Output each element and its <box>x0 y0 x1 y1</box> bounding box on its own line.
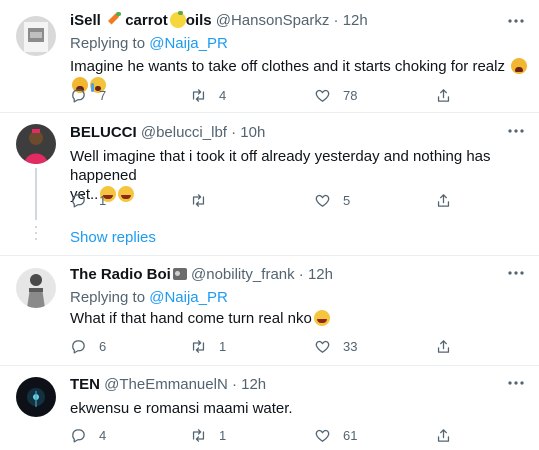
timestamp[interactable]: 12h <box>241 376 266 393</box>
replying-to: Replying to @Naija_PR <box>70 289 228 306</box>
retweet-count: 1 <box>219 338 227 354</box>
more-icon <box>508 271 524 275</box>
more-icon <box>508 129 524 133</box>
laughing-face-emoji-icon <box>313 310 330 326</box>
retweet-icon <box>192 339 205 353</box>
avatar[interactable] <box>16 16 56 56</box>
like-icon <box>315 194 330 207</box>
like-button[interactable]: 78 <box>314 85 357 105</box>
like-count: 33 <box>343 338 358 354</box>
reply-icon <box>72 339 85 354</box>
tweet-header: TEN @TheEmmanuelN · 12h <box>70 376 266 394</box>
tweet-actions: 4 1 61 <box>70 425 510 445</box>
reply-count: 7 <box>99 87 107 103</box>
reply-icon <box>72 88 85 103</box>
share-icon <box>437 428 450 442</box>
tweet-actions: 1 5 <box>70 190 510 210</box>
weary-face-emoji-icon <box>511 58 528 74</box>
retweet-button[interactable]: 4 <box>190 85 226 105</box>
reply-button[interactable]: 7 <box>70 85 106 105</box>
display-name[interactable]: iSell carrot oils <box>70 11 212 29</box>
retweet-button[interactable]: 1 <box>190 336 226 356</box>
tweet-text: What if that hand come turn real nko <box>70 309 530 328</box>
like-count: 61 <box>343 427 358 443</box>
tweet-actions: 6 1 33 <box>70 336 510 356</box>
reply-icon <box>72 193 85 208</box>
tweet-divider <box>0 112 539 113</box>
replying-to: Replying to @Naija_PR <box>70 35 228 52</box>
like-count: 5 <box>343 192 351 208</box>
share-icon <box>437 193 450 207</box>
retweet-button[interactable] <box>190 190 219 210</box>
like-button[interactable]: 5 <box>314 190 350 210</box>
tweet-divider <box>0 365 539 366</box>
avatar[interactable] <box>16 377 56 417</box>
more-icon <box>508 19 524 23</box>
user-handle[interactable]: @belucci_lbf <box>141 124 227 141</box>
separator-dot: · <box>333 12 339 29</box>
retweet-icon <box>192 428 205 442</box>
display-name[interactable]: The Radio Boi <box>70 266 187 283</box>
timestamp[interactable]: 10h <box>240 124 265 141</box>
reply-button[interactable]: 1 <box>70 190 106 210</box>
share-button[interactable] <box>435 425 452 445</box>
lemon-emoji-icon <box>169 11 186 28</box>
reply-icon <box>72 428 85 443</box>
separator-dot: · <box>231 124 237 141</box>
tweet-header: iSell carrot oils @HansonSparkz · 12h <box>70 11 368 30</box>
thread-line <box>35 168 37 220</box>
like-icon <box>315 429 330 442</box>
separator-dot: · <box>298 266 304 283</box>
mention-link[interactable]: @Naija_PR <box>149 35 228 52</box>
avatar[interactable] <box>16 268 56 308</box>
like-icon <box>315 89 330 102</box>
like-count: 78 <box>343 87 358 103</box>
show-replies-link[interactable]: Show replies <box>70 229 156 247</box>
reply-count: 1 <box>99 192 107 208</box>
radio-emoji-icon <box>172 268 187 280</box>
share-button[interactable] <box>435 336 452 356</box>
like-icon <box>315 340 330 353</box>
separator-dot: · <box>231 376 237 393</box>
more-button[interactable] <box>506 121 526 141</box>
reply-button[interactable]: 4 <box>70 425 106 445</box>
more-button[interactable] <box>506 373 526 393</box>
share-button[interactable] <box>435 190 452 210</box>
user-handle[interactable]: @HansonSparkz <box>216 12 330 29</box>
retweet-count: 4 <box>219 87 227 103</box>
share-button[interactable] <box>435 85 452 105</box>
reply-count: 4 <box>99 427 107 443</box>
timestamp[interactable]: 12h <box>308 266 333 283</box>
reply-count: 6 <box>99 338 107 354</box>
like-button[interactable]: 61 <box>314 425 357 445</box>
mention-link[interactable]: @Naija_PR <box>149 289 228 306</box>
timestamp[interactable]: 12h <box>343 12 368 29</box>
avatar[interactable] <box>16 124 56 164</box>
retweet-icon <box>192 193 205 207</box>
tweet-header: The Radio Boi @nobility_frank · 12h <box>70 266 333 284</box>
tweet-divider <box>0 255 539 256</box>
user-handle[interactable]: @TheEmmanuelN <box>104 376 228 393</box>
retweet-button[interactable]: 1 <box>190 425 226 445</box>
retweet-icon <box>192 88 205 102</box>
more-button[interactable] <box>506 11 526 31</box>
display-name[interactable]: BELUCCI <box>70 124 137 141</box>
tweet-actions: 7 4 78 <box>70 85 510 105</box>
user-handle[interactable]: @nobility_frank <box>191 266 295 283</box>
more-icon <box>508 381 524 385</box>
display-name[interactable]: TEN <box>70 376 100 393</box>
tweet-text: ekwensu e romansi maami water. <box>70 400 293 417</box>
like-button[interactable]: 33 <box>314 336 357 356</box>
tweet-header: BELUCCI @belucci_lbf · 10h <box>70 124 265 142</box>
share-icon <box>437 88 450 102</box>
carrot-emoji-icon <box>107 12 122 28</box>
share-icon <box>437 339 450 353</box>
more-button[interactable] <box>506 263 526 283</box>
thread-dots <box>33 226 39 244</box>
reply-button[interactable]: 6 <box>70 336 106 356</box>
retweet-count: 1 <box>219 427 227 443</box>
